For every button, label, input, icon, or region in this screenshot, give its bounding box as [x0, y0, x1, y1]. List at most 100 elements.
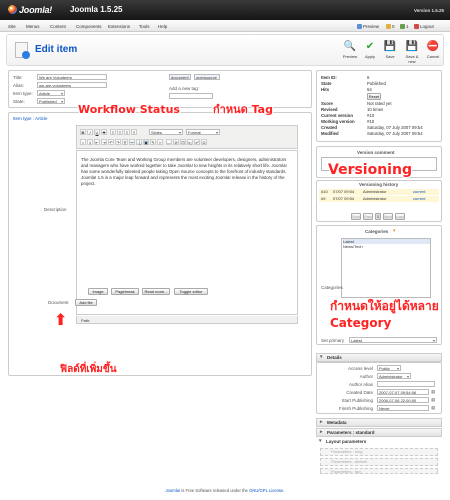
indent-icon[interactable]: ⇥ — [101, 139, 107, 145]
preview-icon: 🔍 — [343, 41, 357, 52]
finish-publishing-input[interactable]: Never — [377, 405, 429, 411]
pager-prev[interactable]: Prev — [363, 213, 373, 220]
logout-icon — [414, 23, 419, 29]
version-status[interactable]: current — [413, 189, 425, 195]
special-char-icon[interactable]: Ω — [201, 139, 207, 145]
unlink-icon[interactable]: ⚯ — [129, 139, 135, 145]
author-alias-label: Author Alias — [348, 382, 373, 387]
logout-link[interactable]: Logout — [414, 23, 434, 29]
author-select[interactable]: Administrator — [377, 373, 411, 379]
info-key: State — [321, 81, 332, 86]
version-row[interactable]: #9 07/07 09:54 Administrator current — [319, 196, 439, 202]
article-body-text[interactable]: The Joomla Core Team and Working Group m… — [81, 157, 289, 187]
footer-joomla-link[interactable]: Joomla! — [165, 488, 180, 493]
version-author: Administrator — [363, 189, 387, 194]
messages-link[interactable]: 0 — [386, 23, 395, 29]
item-type-link[interactable]: Item type : Article — [13, 116, 48, 121]
pager-last[interactable]: Last — [395, 213, 405, 220]
strikethrough-icon[interactable]: S — [101, 129, 107, 135]
preview-link[interactable]: Preview — [357, 23, 379, 29]
insert-image-button[interactable]: Image — [88, 288, 108, 295]
params-default-panel[interactable]: Parameters : default — [320, 458, 438, 466]
align-right-icon[interactable]: ≡ — [124, 129, 130, 135]
state-select[interactable]: Published — [37, 98, 65, 104]
layout-parameters-heading[interactable]: Layout parameters — [316, 438, 442, 447]
menu-tools[interactable]: Tools — [139, 24, 150, 29]
add-tag-input[interactable] — [169, 93, 213, 99]
menu-content[interactable]: Content — [50, 24, 66, 29]
annotation-arrow-up-icon: ⬆ — [54, 310, 68, 329]
primary-category-select[interactable]: Latest — [349, 337, 437, 343]
save-new-button[interactable]: 💾 Save & new — [402, 40, 422, 64]
subscript-icon[interactable]: x₂ — [187, 139, 193, 145]
preview-button[interactable]: 🔍 Preview — [340, 40, 360, 59]
align-justify-icon[interactable]: ≡ — [131, 129, 137, 135]
menu-menus[interactable]: Menus — [26, 24, 40, 29]
bold-icon[interactable]: B — [80, 129, 86, 135]
menu-components[interactable]: Components — [76, 24, 102, 29]
menu-site[interactable]: Site — [8, 24, 16, 29]
reset-hits-button[interactable]: Reset — [367, 93, 381, 100]
access-level-select[interactable]: Public — [377, 365, 401, 371]
tag-chip[interactable]: document — [169, 74, 191, 80]
alias-input[interactable]: we-are-volunteers — [37, 82, 107, 88]
tag-chip[interactable]: opensource — [194, 74, 220, 80]
editor-path-label: Path: — [81, 317, 91, 323]
image-icon[interactable]: ▣ — [143, 139, 149, 145]
start-publishing-input[interactable]: 2006-07-06 22:00:00 — [377, 397, 429, 403]
annotation-versioning: Versioning — [328, 162, 412, 178]
version-status[interactable]: current — [413, 196, 425, 202]
add-category-icon[interactable]: ▾ — [393, 228, 396, 234]
calendar-icon[interactable]: ▦ — [431, 389, 435, 395]
menu-extensions[interactable]: Extensions — [108, 24, 130, 29]
footer-license-link[interactable]: GNU/GPL License. — [249, 488, 284, 493]
align-left-icon[interactable]: ≡ — [110, 129, 116, 135]
styles-select[interactable]: Styles — [149, 129, 183, 135]
numbered-list-icon[interactable]: 1 — [87, 139, 93, 145]
underline-icon[interactable]: U — [94, 129, 100, 135]
params-blog-panel[interactable]: Parameters : blog — [320, 448, 438, 456]
category-option[interactable]: News/Tech — [343, 244, 430, 249]
undo-icon[interactable]: ↶ — [108, 139, 114, 145]
read-more-button[interactable]: Read more... — [142, 288, 170, 295]
pager-next[interactable]: Next — [383, 213, 393, 220]
params-standard-panel-header[interactable]: Parameters : standard — [316, 428, 442, 437]
cleanup-icon[interactable]: ✎ — [150, 139, 156, 145]
format-select[interactable]: Format — [186, 129, 220, 135]
italic-icon[interactable]: I — [87, 129, 93, 135]
add-file-button[interactable]: Add file — [75, 299, 97, 306]
calendar-icon[interactable]: ▦ — [431, 397, 435, 403]
redo-icon[interactable]: ↷ — [115, 139, 121, 145]
toggle-editor-button[interactable]: Toggle editor — [174, 288, 208, 295]
menu-help[interactable]: Help — [158, 24, 167, 29]
remove-format-icon[interactable]: ⊘ — [173, 139, 179, 145]
created-date-input[interactable]: 2007-07-07 09:54:06 — [377, 389, 429, 395]
author-alias-input[interactable] — [377, 381, 435, 387]
cancel-button[interactable]: ⛔ Cancel — [423, 40, 443, 59]
calendar-icon[interactable]: ▦ — [431, 405, 435, 411]
metadata-panel-header[interactable]: Metadata — [316, 418, 442, 427]
save-button[interactable]: 💾 Save — [380, 40, 400, 59]
categories-multiselect[interactable]: Latest News/Tech — [341, 238, 431, 298]
pagebreak-button[interactable]: Pagebreak — [111, 288, 139, 295]
version-row[interactable]: #10 07/07 09:54 Administrator current — [319, 189, 439, 195]
html-source-icon[interactable]: ‹› — [157, 139, 163, 145]
info-key: Working version — [321, 119, 355, 124]
details-panel-header[interactable]: Details — [316, 353, 442, 362]
users-link[interactable]: 1 — [400, 23, 409, 29]
anchor-icon[interactable]: ⚓ — [136, 139, 142, 145]
visual-aid-icon[interactable]: ⊡ — [180, 139, 186, 145]
align-center-icon[interactable]: ≡ — [117, 129, 123, 135]
link-icon[interactable]: ⚲ — [122, 139, 128, 145]
pager-first[interactable]: First — [351, 213, 361, 220]
outdent-icon[interactable]: ⇤ — [94, 139, 100, 145]
pager-page[interactable]: 1 — [375, 213, 381, 220]
title-input[interactable]: We are Volunteers — [37, 74, 107, 80]
superscript-icon[interactable]: x² — [194, 139, 200, 145]
apply-button[interactable]: ✔ Apply — [360, 40, 380, 59]
hr-icon[interactable]: — — [166, 139, 172, 145]
bullet-list-icon[interactable]: • — [80, 139, 86, 145]
joomla-logo: Joomla! — [8, 5, 52, 15]
params-faq-panel[interactable]: Parameters : faq — [320, 468, 438, 474]
item-type-select[interactable]: Article — [37, 90, 65, 96]
